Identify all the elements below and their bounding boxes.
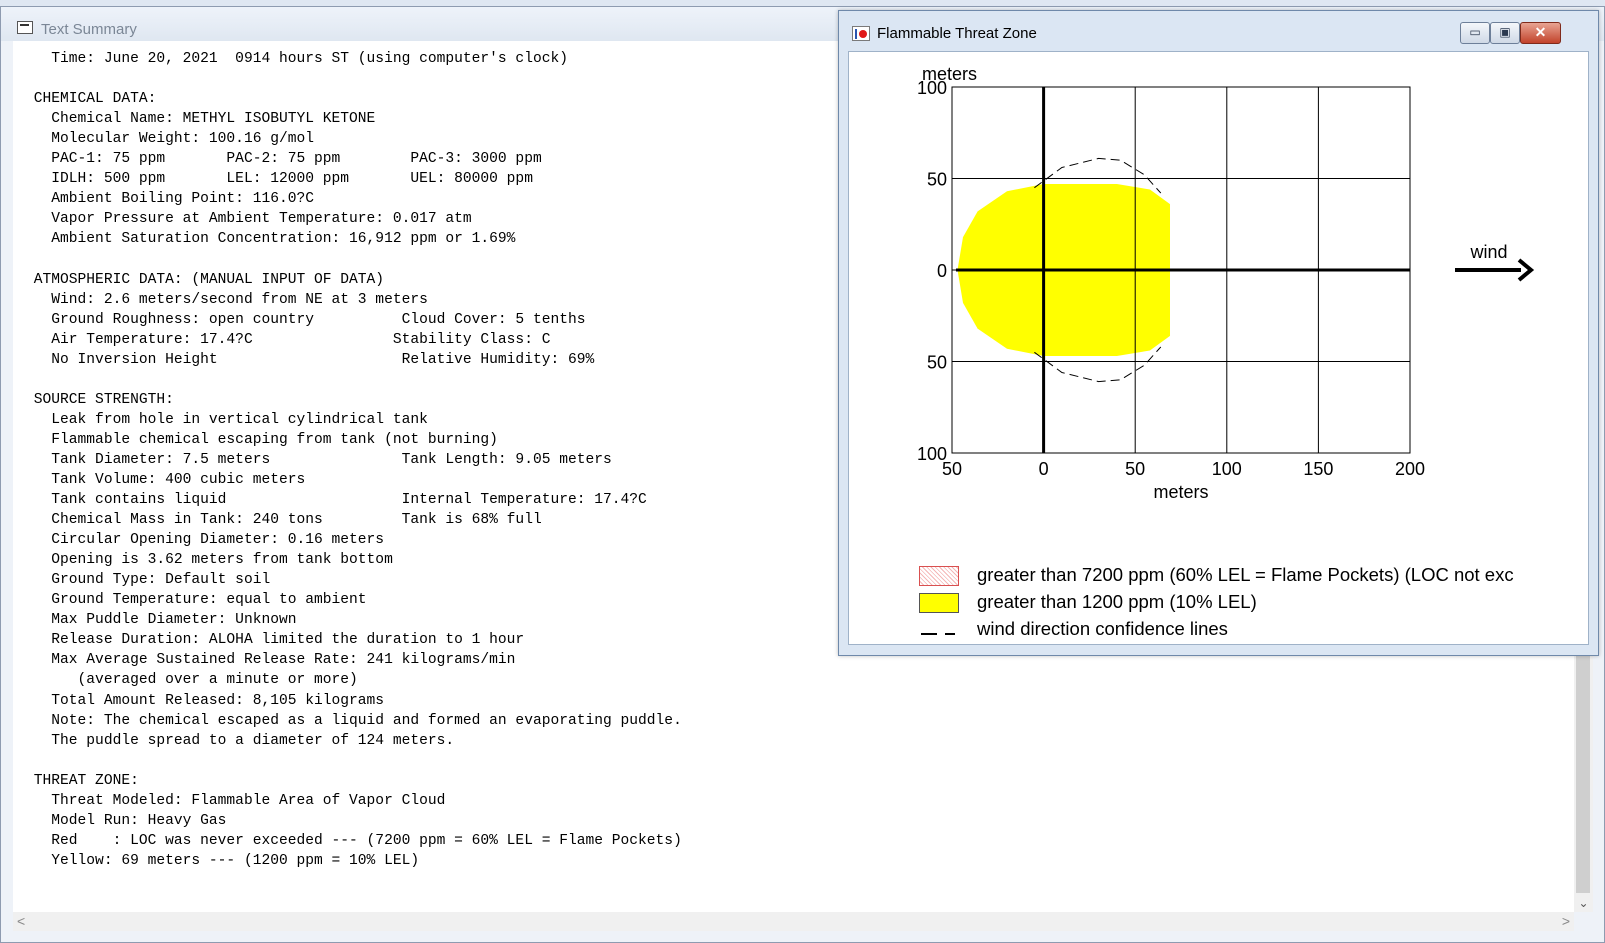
window-title: Text Summary bbox=[41, 21, 137, 38]
legend-swatch-dashed-line bbox=[919, 620, 959, 640]
scroll-left-arrow-icon[interactable]: < bbox=[17, 912, 25, 931]
y-tick-label: 100 bbox=[917, 78, 947, 98]
legend-item-lel: greater than 1200 ppm (10% LEL) bbox=[919, 589, 1588, 613]
legend-swatch-yellow bbox=[919, 593, 959, 613]
x-tick-label: 50 bbox=[1125, 459, 1145, 479]
minimize-button[interactable]: ▭ bbox=[1460, 22, 1490, 44]
threat-zone-titlebar[interactable]: Flammable Threat Zone ▭ ▣ ✕ bbox=[839, 11, 1598, 49]
threat-zone-window[interactable]: Flammable Threat Zone ▭ ▣ ✕ meters 100 50 0… bbox=[838, 10, 1599, 656]
threat-zone-plot-area: meters 100 50 0 50 100 50 0 50 100 150 200 meters win… bbox=[848, 51, 1589, 645]
scroll-right-arrow-icon[interactable]: > bbox=[1562, 912, 1570, 931]
x-tick-label: 0 bbox=[1039, 459, 1049, 479]
threat-zone-app-icon bbox=[852, 26, 870, 41]
legend-label: greater than 1200 ppm (10% LEL) bbox=[977, 591, 1257, 612]
window-title: Flammable Threat Zone bbox=[877, 25, 1037, 42]
x-tick-label: 100 bbox=[1212, 459, 1242, 479]
x-tick-label: 150 bbox=[1303, 459, 1333, 479]
y-tick-label: 0 bbox=[937, 261, 947, 281]
close-button[interactable]: ✕ bbox=[1520, 22, 1561, 44]
scroll-down-arrow-icon[interactable]: ⌄ bbox=[1574, 894, 1593, 912]
x-tick-label: 200 bbox=[1395, 459, 1425, 479]
horizontal-scrollbar[interactable]: < > bbox=[13, 912, 1574, 931]
legend-item-flame-pockets: greater than 7200 ppm (60% LEL = Flame P… bbox=[919, 562, 1588, 586]
legend-label: greater than 7200 ppm (60% LEL = Flame P… bbox=[977, 564, 1514, 585]
wind-label: wind bbox=[1469, 242, 1507, 262]
y-tick-label: 50 bbox=[927, 170, 947, 190]
legend-label: wind direction confidence lines bbox=[977, 618, 1228, 639]
x-axis-unit-label: meters bbox=[1153, 482, 1208, 502]
x-tick-label: 50 bbox=[942, 459, 962, 479]
maximize-button[interactable]: ▣ bbox=[1490, 22, 1520, 44]
summary-text: Time: June 20, 2021 0914 hours ST (using… bbox=[33, 51, 682, 869]
legend-item-confidence-lines: wind direction confidence lines bbox=[919, 616, 1588, 640]
y-tick-label: 50 bbox=[927, 353, 947, 373]
threat-zone-plot: meters1005005010050 0 50 100 150 200meterswin… bbox=[917, 64, 1535, 502]
window-app-icon bbox=[17, 21, 33, 34]
legend-swatch-red bbox=[919, 566, 959, 586]
